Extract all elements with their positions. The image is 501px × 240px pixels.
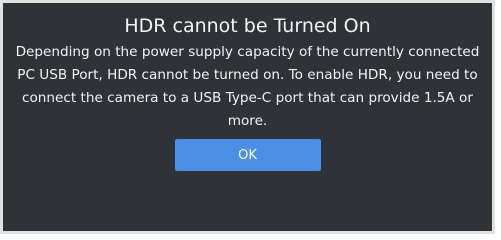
dialog-title: HDR cannot be Turned On bbox=[124, 15, 371, 37]
dialog-message: Depending on the power supply capacity o… bbox=[15, 44, 480, 129]
ok-button[interactable]: OK bbox=[174, 139, 321, 171]
hdr-warning-dialog: HDR cannot be Turned On Depending on the… bbox=[0, 0, 495, 234]
